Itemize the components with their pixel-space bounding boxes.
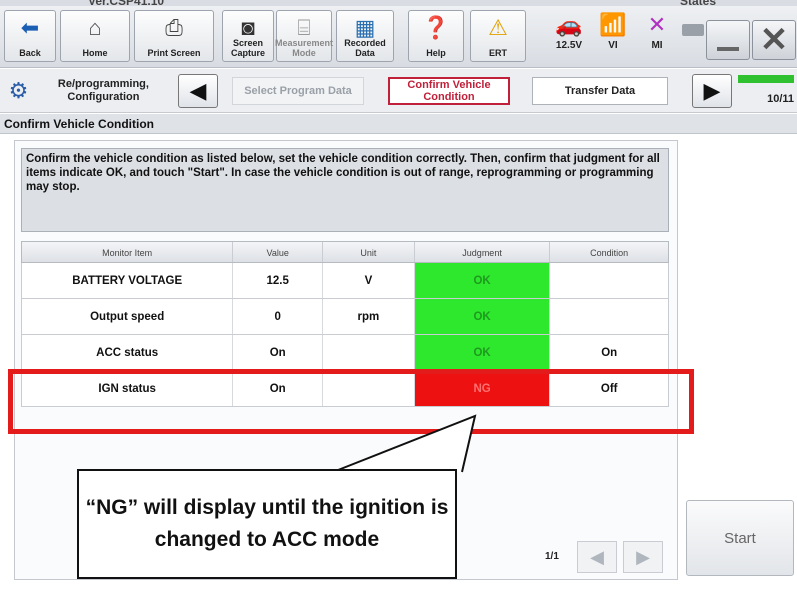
- recorded-data-button[interactable]: ▦ Recorded Data: [336, 10, 394, 62]
- reprogramming-configuration-tab[interactable]: ⚙ Re/programming, Configuration: [4, 73, 174, 109]
- camera-icon: ◙: [241, 15, 255, 40]
- warning-icon: ⚠: [488, 15, 508, 40]
- step-transfer-data[interactable]: Transfer Data: [532, 77, 668, 105]
- screen-capture-button[interactable]: ◙ Screen Capture: [222, 10, 274, 62]
- measurement-mode-button[interactable]: ⌸ Measurement Mode: [275, 10, 333, 62]
- value-cell: 12.5: [233, 263, 324, 298]
- unit-cell: [323, 335, 415, 370]
- arrow-right-icon: ▶: [703, 78, 721, 103]
- signal-icon: 📶: [599, 12, 627, 37]
- mi-status: ✕ MI: [636, 10, 678, 62]
- progress-bar: [738, 75, 794, 83]
- step-progress: 10/11: [738, 75, 794, 109]
- progress-count: 10/11: [767, 93, 794, 105]
- toolbar: ⬅ Back ⌂ Home ⎙ Print Screen ◙ Screen Ca…: [0, 6, 797, 68]
- condition-cell: [550, 263, 668, 298]
- help-button[interactable]: ❓ Help: [408, 10, 464, 62]
- close-button[interactable]: ✕: [752, 20, 796, 60]
- indicator-block: [682, 24, 704, 36]
- callout-text: “NG” will display until the ignition is …: [85, 496, 449, 551]
- home-icon: ⌂: [88, 15, 102, 40]
- home-button[interactable]: ⌂ Home: [60, 10, 130, 62]
- help-icon: ❓: [422, 15, 450, 40]
- page-next-button[interactable]: ▶: [623, 541, 663, 573]
- header-judgment: Judgment: [415, 242, 551, 262]
- condition-cell: [550, 299, 668, 334]
- section-title: Confirm Vehicle Condition: [0, 114, 797, 134]
- table-row: BATTERY VOLTAGE 12.5 V OK: [21, 263, 669, 299]
- pager: 1/1 ◀ ▶: [545, 539, 675, 575]
- header-monitor-item: Monitor Item: [22, 242, 234, 262]
- print-screen-button[interactable]: ⎙ Print Screen: [134, 10, 214, 62]
- page-prev-button[interactable]: ◀: [577, 541, 617, 573]
- arrow-left-icon: ◀: [189, 78, 207, 103]
- page-indicator: 1/1: [545, 551, 559, 562]
- reprogramming-icon: ⚙: [8, 78, 29, 103]
- back-button[interactable]: ⬅ Back: [4, 10, 56, 62]
- judgment-cell: OK: [414, 335, 551, 370]
- value-cell: On: [233, 335, 324, 370]
- measurement-icon: ⌸: [297, 15, 311, 40]
- callout-box: “NG” will display until the ignition is …: [77, 469, 457, 579]
- judgment-cell: OK: [414, 299, 551, 334]
- unit-cell: V: [323, 263, 415, 298]
- judgment-cell: OK: [414, 263, 551, 298]
- ign-status-highlight: [8, 369, 694, 434]
- car-battery-icon: 🚗: [555, 12, 583, 37]
- mi-cross-icon: ✕: [647, 12, 667, 37]
- table-row: ACC status On OK On: [21, 335, 669, 371]
- arrow-left-icon: ◀: [590, 547, 604, 567]
- unit-cell: rpm: [323, 299, 415, 334]
- step-nav-bar: ⚙ Re/programming, Configuration ◀ Select…: [0, 69, 797, 113]
- instruction-text: Confirm the vehicle condition as listed …: [21, 148, 669, 232]
- condition-cell: On: [601, 347, 618, 359]
- header-condition: Condition: [590, 248, 629, 258]
- next-step-button[interactable]: ▶: [692, 74, 732, 108]
- minimize-button[interactable]: [706, 20, 750, 60]
- header-unit: Unit: [323, 242, 415, 262]
- status-area: 🚗 12.5V 📶 VI ✕ MI: [548, 10, 708, 62]
- close-icon: ✕: [759, 21, 789, 59]
- table-row: Output speed 0 rpm OK: [21, 299, 669, 335]
- start-button[interactable]: Start: [686, 500, 794, 576]
- recorded-data-icon: ▦: [354, 15, 376, 40]
- battery-status: 🚗 12.5V: [548, 10, 590, 62]
- header-value: Value: [233, 242, 324, 262]
- table-header: Monitor Item Value Unit Judgment Conditi…: [21, 241, 669, 263]
- step-confirm-vehicle-condition[interactable]: Confirm Vehicle Condition: [388, 77, 510, 105]
- monitor-item-cell: ACC status: [22, 335, 234, 370]
- previous-step-button[interactable]: ◀: [178, 74, 218, 108]
- back-arrow-icon: ⬅: [20, 15, 40, 40]
- monitor-item-cell: Output speed: [22, 299, 234, 334]
- vi-status: 📶 VI: [592, 10, 634, 62]
- step-select-program-data[interactable]: Select Program Data: [232, 77, 364, 105]
- ert-button[interactable]: ⚠ ERT: [470, 10, 526, 62]
- monitor-item-cell: BATTERY VOLTAGE: [22, 263, 234, 298]
- printer-icon: ⎙: [165, 15, 183, 40]
- value-cell: 0: [233, 299, 324, 334]
- arrow-right-icon: ▶: [636, 547, 650, 567]
